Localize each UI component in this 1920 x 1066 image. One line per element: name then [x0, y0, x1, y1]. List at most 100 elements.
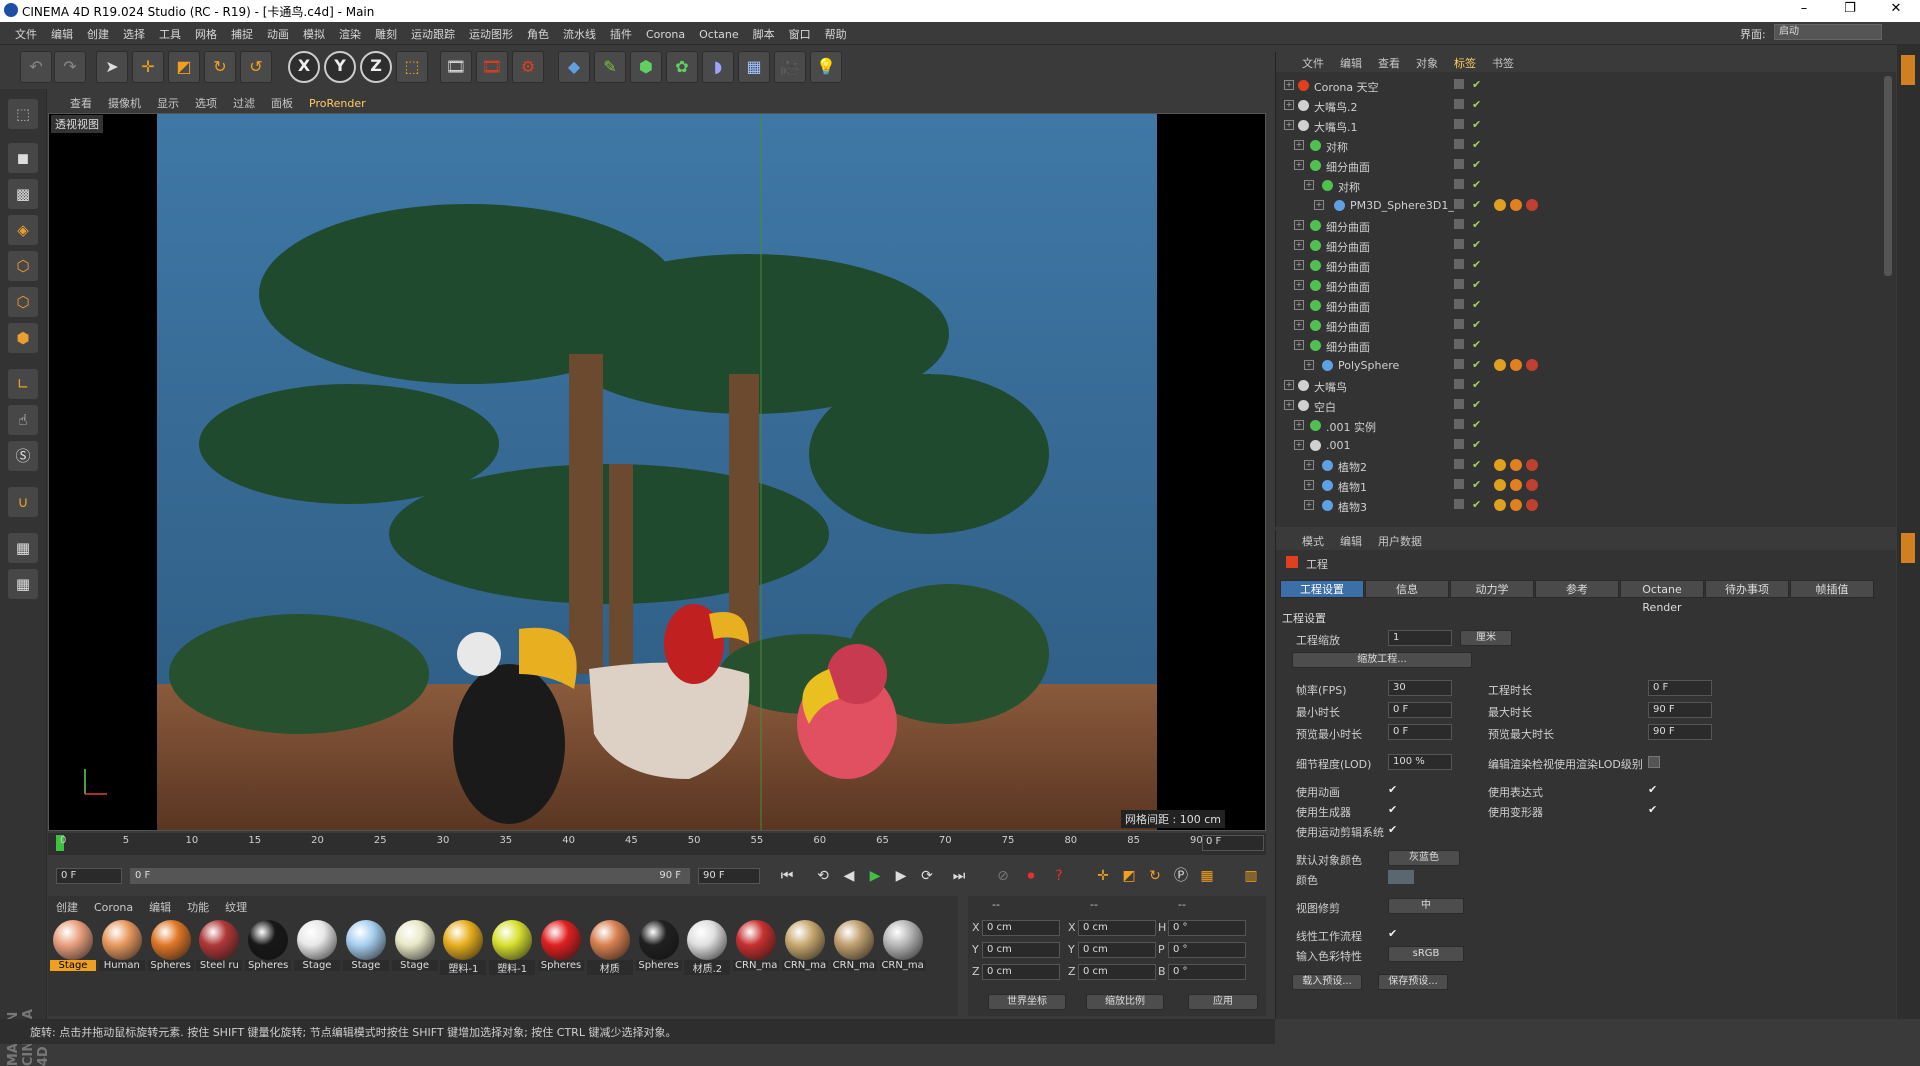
layer-flag-icon[interactable] [1454, 259, 1464, 269]
enabled-check-icon[interactable]: ✔ [1472, 418, 1481, 431]
world-coordinates-select[interactable]: 世界坐标 [988, 994, 1066, 1010]
select-arrow-icon[interactable]: ➤ [96, 51, 128, 83]
z-axis-icon[interactable]: Z [360, 51, 392, 83]
attributes-tab-icon[interactable] [1901, 533, 1915, 563]
enabled-check-icon[interactable]: ✔ [1472, 478, 1481, 491]
snap-icon[interactable]: Ⓢ [8, 441, 38, 471]
expand-toggle-icon[interactable]: + [1304, 180, 1314, 190]
enabled-check-icon[interactable]: ✔ [1472, 118, 1481, 131]
object-row[interactable]: + 对称 ✔ [1276, 136, 1876, 156]
menu-item[interactable]: 创建 [80, 22, 116, 46]
attribute-tab[interactable]: 信息 [1365, 580, 1449, 598]
material-swatch[interactable]: Stage [50, 920, 96, 980]
menu-item[interactable]: 角色 [520, 22, 556, 46]
layer-flag-icon[interactable] [1454, 479, 1464, 489]
motion-system-checkbox[interactable]: ✔ [1388, 823, 1397, 836]
menu-item[interactable]: 网格 [188, 22, 224, 46]
menu-item[interactable]: 渲染 [332, 22, 368, 46]
viewport-menu-item[interactable]: 摄像机 [100, 92, 149, 114]
workplane-lock-icon[interactable]: ▦ [8, 533, 38, 563]
record-keys-icon[interactable]: ⊘ [992, 865, 1014, 887]
material-tag-icon[interactable] [1494, 359, 1506, 371]
light-icon[interactable]: 💡 [810, 51, 842, 83]
menu-item[interactable]: 帮助 [818, 22, 854, 46]
viewport-menu-item[interactable]: ProRender [301, 94, 374, 113]
current-frame-field[interactable]: 0 F [1202, 835, 1264, 851]
viewport-menu-item[interactable]: 过滤 [225, 92, 263, 114]
save-preset-button[interactable]: 保存预设... [1378, 974, 1448, 990]
objects-tab-icon[interactable] [1901, 55, 1915, 85]
object-scrollbar[interactable] [1884, 76, 1892, 276]
object-row[interactable]: + 细分曲面 ✔ [1276, 276, 1876, 296]
keyframe-selection-icon[interactable]: ? [1048, 865, 1070, 887]
expand-toggle-icon[interactable]: + [1294, 300, 1304, 310]
enabled-check-icon[interactable]: ✔ [1472, 438, 1481, 451]
menu-item[interactable]: Corona [639, 24, 692, 45]
enabled-check-icon[interactable]: ✔ [1472, 398, 1481, 411]
material-swatch[interactable]: CRN_ma [830, 920, 877, 980]
expand-toggle-icon[interactable]: + [1294, 140, 1304, 150]
next-frame-icon[interactable]: ▶ [890, 865, 912, 887]
play-icon[interactable]: ▶ [864, 865, 886, 887]
enabled-check-icon[interactable]: ✔ [1472, 318, 1481, 331]
material-swatch[interactable]: Stage [391, 920, 438, 980]
menu-item[interactable]: 模拟 [296, 22, 332, 46]
material-tag-icon[interactable] [1510, 499, 1522, 511]
coord-value-field[interactable]: 0 cm [1078, 964, 1156, 980]
layer-flag-icon[interactable] [1454, 99, 1464, 109]
layer-flag-icon[interactable] [1454, 279, 1464, 289]
material-swatch[interactable]: Spheres [245, 920, 292, 980]
use-animation-checkbox[interactable]: ✔ [1388, 783, 1397, 796]
material-tag-icon[interactable] [1510, 359, 1522, 371]
attribute-tab[interactable]: Octane Render [1620, 580, 1704, 614]
layer-flag-icon[interactable] [1454, 359, 1464, 369]
render-picture-viewer-icon[interactable]: 🎞 [476, 51, 508, 83]
points-mode-icon[interactable]: ⬡ [8, 251, 38, 281]
material-tag-icon[interactable] [1510, 459, 1522, 471]
layer-flag-icon[interactable] [1454, 379, 1464, 389]
material-swatch[interactable]: Stage [342, 920, 389, 980]
menu-item[interactable]: 流水线 [556, 22, 603, 46]
material-swatch[interactable]: 塑料-1 [489, 920, 536, 980]
material-menu-item[interactable]: 功能 [179, 896, 217, 918]
layer-flag-icon[interactable] [1454, 139, 1464, 149]
menu-item[interactable]: 编辑 [44, 22, 80, 46]
load-preset-button[interactable]: 载入预设... [1292, 974, 1362, 990]
min-time-field[interactable]: 0 F [1388, 702, 1452, 718]
enabled-check-icon[interactable]: ✔ [1472, 498, 1481, 511]
expand-toggle-icon[interactable]: + [1294, 220, 1304, 230]
coord-value-field[interactable]: 0 ° [1168, 942, 1246, 958]
viewport-menu-item[interactable]: 查看 [62, 92, 100, 114]
expand-toggle-icon[interactable]: + [1284, 120, 1294, 130]
enabled-check-icon[interactable]: ✔ [1472, 378, 1481, 391]
object-row[interactable]: + 大嘴鸟 ✔ [1276, 376, 1876, 396]
fps-field[interactable]: 30 [1388, 680, 1452, 696]
material-swatch[interactable]: 材质.2 [684, 920, 731, 980]
expand-toggle-icon[interactable]: + [1304, 500, 1314, 510]
object-row[interactable]: + 植物2 ✔ [1276, 456, 1876, 476]
parameter-key-icon[interactable]: Ⓟ [1170, 865, 1192, 887]
view-clip-select[interactable]: 中 [1388, 898, 1464, 914]
floor-icon[interactable]: ▦ [738, 51, 770, 83]
close-button[interactable]: ✕ [1876, 1, 1916, 21]
layout-select[interactable]: 启动 [1774, 24, 1882, 40]
object-row[interactable]: + 细分曲面 ✔ [1276, 296, 1876, 316]
preview-min-field[interactable]: 0 F [1388, 724, 1452, 740]
menu-item[interactable]: 文件 [8, 22, 44, 46]
start-frame-field[interactable]: 0 F [56, 868, 122, 884]
object-row[interactable]: + PolySphere ✔ [1276, 356, 1876, 376]
undo-icon[interactable]: ↶ [20, 51, 52, 83]
layer-flag-icon[interactable] [1454, 439, 1464, 449]
object-menu-item[interactable]: 书签 [1484, 52, 1522, 74]
coordinate-system-icon[interactable]: ⬚ [396, 51, 428, 83]
expand-toggle-icon[interactable]: + [1294, 240, 1304, 250]
enabled-check-icon[interactable]: ✔ [1472, 238, 1481, 251]
attribute-menu-item[interactable]: 模式 [1294, 530, 1332, 552]
color-swatch[interactable] [1388, 870, 1414, 884]
material-tag-icon[interactable] [1526, 499, 1538, 511]
attribute-menu-item[interactable]: 用户数据 [1370, 530, 1430, 552]
end-frame-field[interactable]: 90 F [698, 868, 760, 884]
material-swatch[interactable]: Steel ru [196, 920, 243, 980]
redo-icon[interactable]: ↷ [54, 51, 86, 83]
expand-toggle-icon[interactable]: + [1304, 480, 1314, 490]
